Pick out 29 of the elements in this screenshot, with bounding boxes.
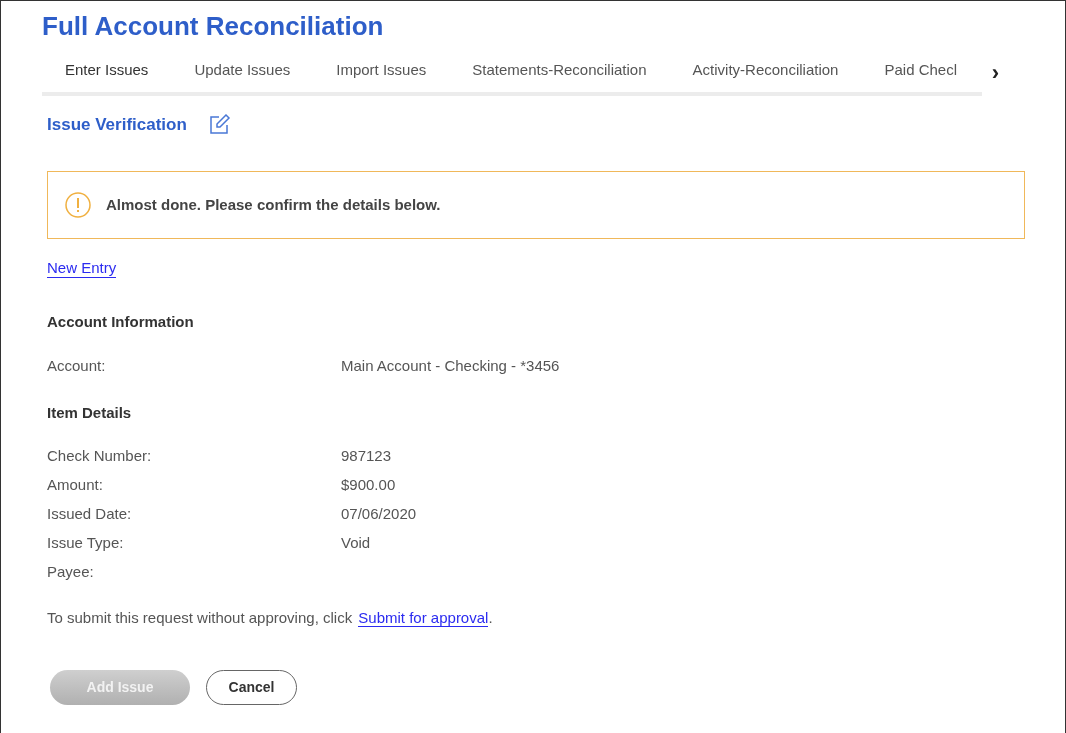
new-entry-link[interactable]: New Entry xyxy=(47,259,117,278)
warning-icon xyxy=(65,192,91,218)
field-value: 07/06/2020 xyxy=(341,504,417,525)
field-value: $900.00 xyxy=(341,475,396,496)
section-title: Issue Verification xyxy=(47,113,187,136)
field-label: Account: xyxy=(47,356,107,377)
field-value: 987123 xyxy=(341,446,392,467)
field-value: Void xyxy=(341,533,371,554)
tab[interactable]: Enter Issues xyxy=(42,59,172,92)
field-value: Main Account - Checking - *3456 xyxy=(341,356,560,377)
submit-note: To submit this request without approving, click Submit for approval. xyxy=(47,608,494,629)
scroll-right-button[interactable]: › xyxy=(991,62,999,85)
edit-icon[interactable] xyxy=(208,114,231,135)
tab[interactable]: Activity-Reconciliation xyxy=(669,59,862,92)
tab[interactable]: Statements-Reconciliation xyxy=(449,59,670,92)
field-label: Amount: xyxy=(47,475,104,496)
alert-message: Almost done. Please confirm the details below. xyxy=(106,194,441,215)
cancel-button[interactable]: Cancel xyxy=(206,669,297,705)
page-title: Full Account Reconciliation xyxy=(42,10,385,42)
submit-for-approval-link[interactable]: Submit for approval xyxy=(358,609,489,627)
field-label: Check Number: xyxy=(47,446,153,467)
group-heading: Account Information xyxy=(47,312,195,332)
group-heading: Item Details xyxy=(47,403,133,423)
tab[interactable]: Update Issues xyxy=(171,59,314,92)
field-label: Issue Type: xyxy=(47,533,125,554)
field-label: Issued Date: xyxy=(47,504,133,525)
field-label: Payee: xyxy=(47,562,95,583)
tab[interactable]: Paid Checl xyxy=(861,59,980,92)
tab[interactable]: Import Issues xyxy=(313,59,450,92)
